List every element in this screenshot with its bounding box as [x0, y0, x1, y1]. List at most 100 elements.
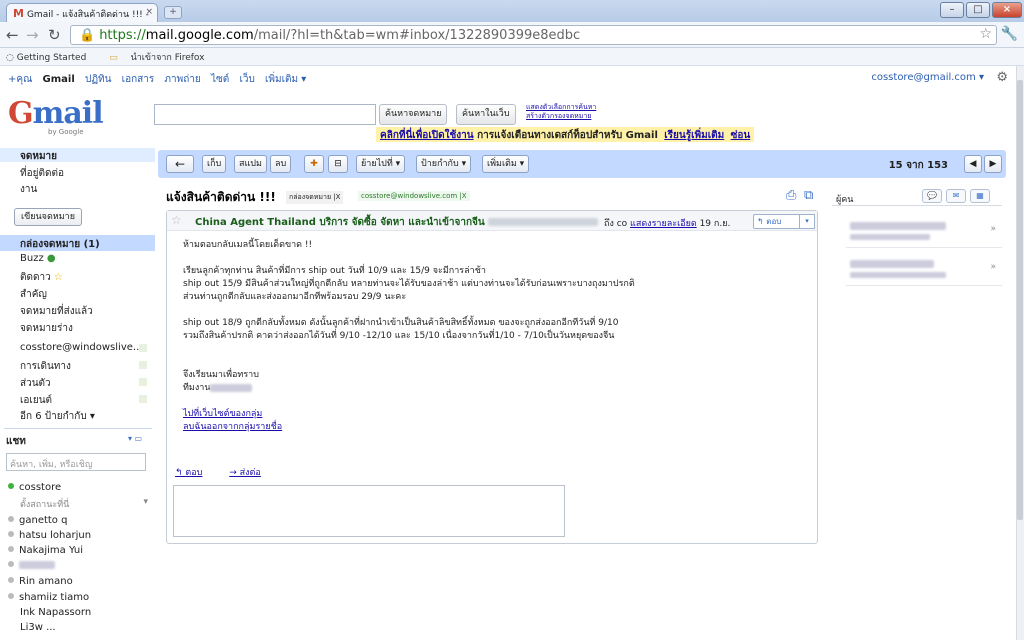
back-to-inbox-button[interactable]: ←	[166, 155, 194, 173]
nav-contacts[interactable]: ที่อยู่ติดต่อ	[20, 166, 64, 181]
lock-icon: 🔒	[79, 28, 96, 43]
quick-reply-textarea[interactable]	[173, 485, 565, 537]
chat-contact[interactable]: Rin amano	[8, 576, 73, 587]
mark-important-icon[interactable]: ✚	[304, 155, 324, 173]
gbar-gmail[interactable]: Gmail	[43, 74, 75, 85]
star-icon[interactable]: ☆	[171, 213, 182, 227]
left-navigation: จดหมาย ที่อยู่ติดต่อ งาน เขียนจดหมาย กล่…	[0, 148, 155, 640]
chat-contact[interactable]: Nakajima Yui	[8, 545, 83, 556]
nav-important[interactable]: สำคัญ	[20, 287, 47, 302]
hide-notice-link[interactable]: ซ่อน	[731, 130, 751, 141]
gear-icon[interactable]: ⚙	[996, 70, 1008, 85]
email-icon[interactable]: ✉	[946, 189, 966, 203]
delete-button[interactable]: ลบ	[270, 155, 292, 173]
chat-bubble-icon[interactable]: 💬	[922, 189, 942, 203]
bookmark-star-icon[interactable]: ☆	[979, 26, 992, 42]
person-card[interactable]: »	[846, 212, 1002, 248]
back-icon[interactable]: ←	[6, 26, 19, 44]
chat-contact[interactable]: shamiiz tiamo	[8, 592, 89, 603]
desktop-notification-notice: คลิกที่นี่เพื่อเปิดใช้งาน การแจ้งเตือนทา…	[376, 127, 755, 142]
reload-icon[interactable]: ↻	[48, 26, 61, 44]
compose-button[interactable]: เขียนจดหมาย	[14, 208, 82, 226]
message-subject: แจ้งสินค้าติดด่าน !!!	[166, 190, 276, 204]
create-filter-link[interactable]: สร้างตัวกรองจดหมาย	[526, 112, 596, 121]
gbar-calendar[interactable]: ปฏิทิน	[85, 74, 112, 85]
buzz-icon: ●	[46, 253, 56, 264]
nav-inbox[interactable]: กล่องจดหมาย (1)	[0, 235, 155, 251]
minimize-button[interactable]: –	[940, 2, 964, 18]
group-website-link[interactable]: ไปที่เว็บไซต์ของกลุ่ม	[183, 408, 635, 421]
label-tag[interactable]: cosstore@windowslive.com |X	[358, 191, 470, 201]
more-actions-button[interactable]: เพิ่มเติม ▾	[482, 155, 530, 173]
bookmark-getting-started[interactable]: ◌ Getting Started	[6, 53, 96, 63]
nav-tasks[interactable]: งาน	[20, 182, 37, 197]
calendar-icon[interactable]: ▦	[970, 189, 990, 203]
gbar-photos[interactable]: ภาพถ่าย	[164, 74, 200, 85]
label-travel[interactable]: การเดินทาง	[20, 359, 71, 374]
page-scrollbar-thumb[interactable]	[1017, 80, 1023, 520]
gmail-logo[interactable]: Gmail	[8, 96, 104, 131]
nav-sent[interactable]: จดหมายที่ส่งแล้ว	[20, 304, 93, 319]
nav-drafts[interactable]: จดหมายร่าง	[20, 321, 73, 336]
reply-dropdown-icon[interactable]: ▾	[799, 214, 815, 229]
gbar-plus[interactable]: +คุณ	[8, 74, 32, 85]
enable-notification-link[interactable]: คลิกที่นี่เพื่อเปิดใช้งาน	[380, 130, 474, 141]
gbar-docs[interactable]: เอกสาร	[122, 74, 155, 85]
search-options-link[interactable]: แสดงตัวเลือกการค้นหา	[526, 103, 596, 112]
forward-link[interactable]: → ส่งต่อ	[229, 468, 273, 478]
move-to-button[interactable]: ย้ายไปที่ ▾	[356, 155, 406, 173]
account-email[interactable]: cosstore@gmail.com ▾	[871, 72, 984, 83]
tab-close-icon[interactable]: ×	[145, 7, 153, 17]
search-mail-button[interactable]: ค้นหาจดหมาย	[379, 104, 448, 125]
online-status-icon	[8, 483, 14, 489]
nav-buzz[interactable]: Buzz ●	[20, 253, 56, 264]
show-details-link[interactable]: แสดงรายละเอียด	[630, 219, 697, 229]
wrench-icon[interactable]: 🔧	[1001, 26, 1018, 42]
message-card: ☆ China Agent Thailand บริการ จัดซื้อ จั…	[166, 210, 818, 544]
label-cosstore[interactable]: cosstore@windowslive....	[20, 342, 146, 353]
label-personal[interactable]: ส่วนตัว	[20, 376, 51, 391]
gbar-sites[interactable]: ไซต์	[211, 74, 229, 85]
reply-link[interactable]: ↰ ตอบ	[175, 468, 214, 478]
chat-status-input[interactable]: ตั้งสถานะที่นี่ ▾	[20, 497, 148, 511]
label-agent[interactable]: เอเยนต์	[20, 393, 52, 408]
print-icon[interactable]: ⎙	[786, 188, 796, 203]
forward-icon[interactable]: →	[26, 26, 39, 44]
browser-tab[interactable]: M Gmail - แจ้งสินค้าติดด่าน !!! - ×	[6, 3, 158, 22]
inbox-tag[interactable]: กล่องจดหมาย |X	[286, 191, 344, 204]
labels-button[interactable]: ป้ายกำกับ ▾	[416, 155, 472, 173]
older-button[interactable]: ▶	[984, 155, 1002, 173]
chat-options-icon[interactable]: ▾ ▭	[128, 434, 142, 443]
person-card[interactable]: »	[846, 250, 1002, 286]
more-labels[interactable]: อีก 6 ป้ายกำกับ ▾	[20, 409, 95, 424]
address-bar[interactable]: 🔒 https://mail.google.com/mail/?hl=th&tab…	[70, 25, 997, 45]
search-web-button[interactable]: ค้นหาในเว็บ	[456, 104, 516, 125]
gbar-more[interactable]: เพิ่มเติม ▾	[265, 74, 306, 85]
chat-contact[interactable]: Ink Napassorn	[20, 607, 91, 618]
new-window-icon[interactable]: ⧉	[804, 188, 813, 203]
learn-more-link[interactable]: เรียนรู้เพิ่มเติม	[664, 130, 724, 141]
nav-starred[interactable]: ติดดาว ☆	[20, 270, 63, 285]
maximize-button[interactable]: □	[966, 2, 990, 18]
logo-byline: by Google	[48, 128, 84, 136]
new-tab-button[interactable]: +	[164, 6, 182, 19]
newer-button[interactable]: ◀	[964, 155, 982, 173]
sender-name[interactable]: China Agent Thailand บริการ จัดซื้อ จัดห…	[195, 215, 599, 230]
reply-button[interactable]: ↰ ตอบ	[753, 214, 801, 229]
search-input[interactable]	[154, 104, 376, 125]
nav-mail[interactable]: จดหมาย	[20, 149, 57, 164]
close-window-button[interactable]: ×	[992, 2, 1022, 18]
chat-contact[interactable]	[8, 560, 55, 571]
chat-search-input[interactable]: ค้นหา, เพิ่ม, หรือเชิญ	[6, 453, 146, 471]
archive-button[interactable]: เก็บ	[202, 155, 227, 173]
bookmark-import-firefox[interactable]: ▭ นำเข้าจาก Firefox	[109, 53, 214, 63]
chat-contact[interactable]: hatsu loharjun	[8, 530, 91, 541]
gbar-web[interactable]: เว็บ	[239, 74, 254, 85]
chat-self[interactable]: cosstore	[8, 482, 61, 493]
chat-contact[interactable]: ganetto q	[8, 515, 67, 526]
spam-button[interactable]: สแปม	[234, 155, 267, 173]
remove-label-icon[interactable]: ⊟	[328, 155, 348, 173]
unsubscribe-link[interactable]: ลบฉันออกจากกลุ่มรายชื่อ	[183, 421, 635, 434]
chat-contact[interactable]: Li3w ...	[20, 622, 56, 633]
chat-header: แชท	[6, 436, 26, 447]
